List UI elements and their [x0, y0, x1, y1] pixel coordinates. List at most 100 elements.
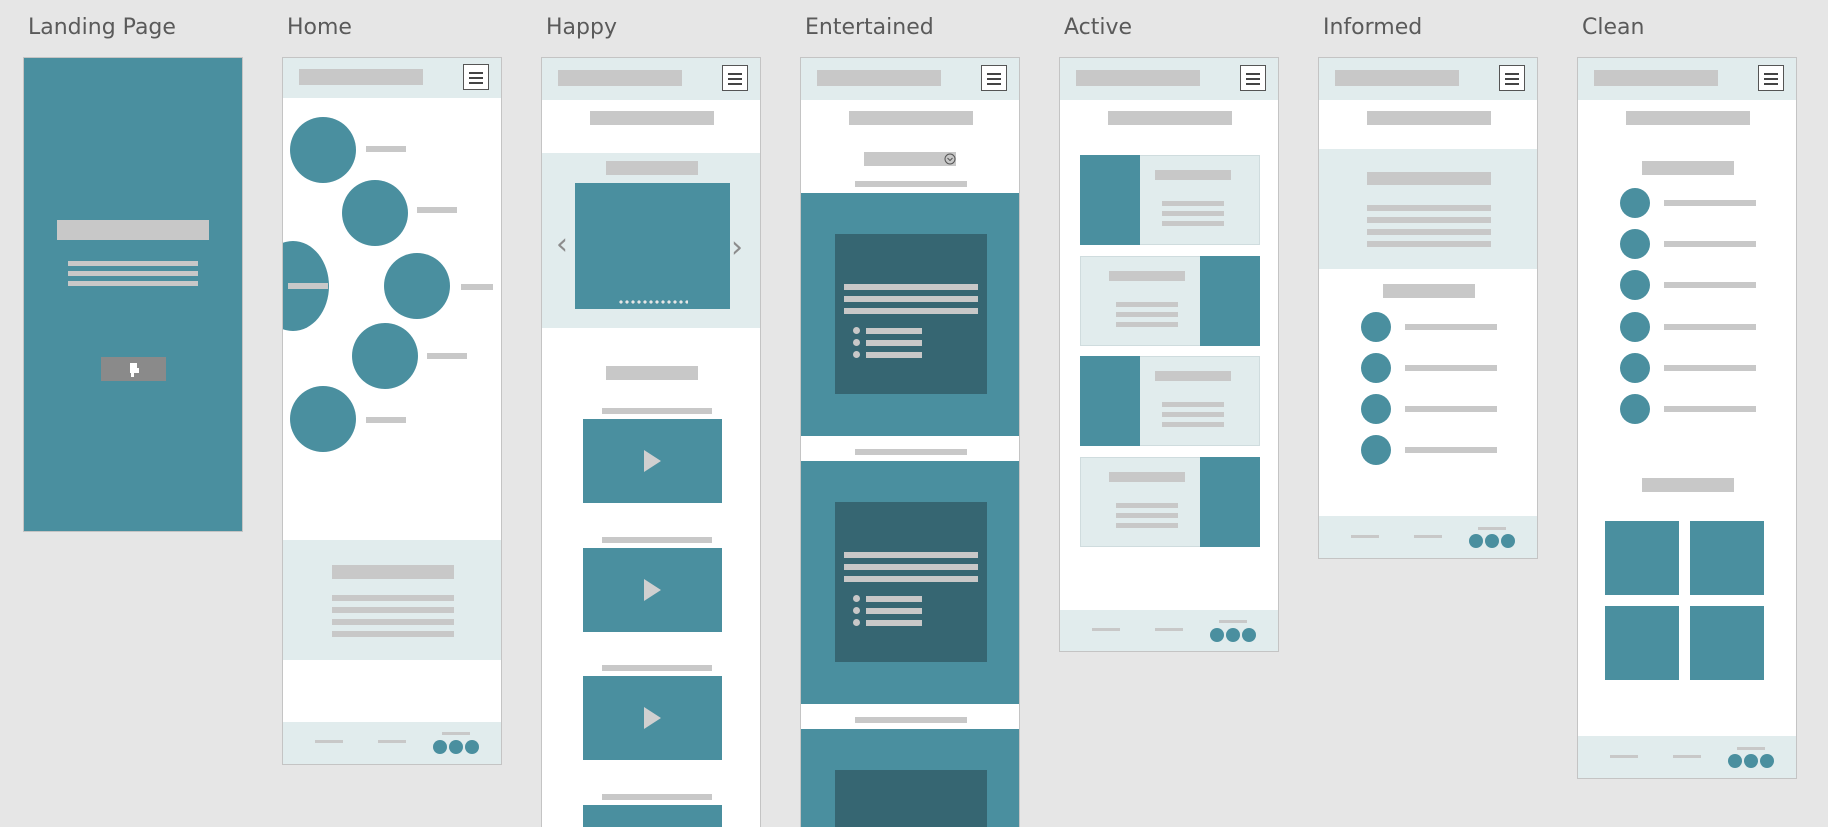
screen-title-home: Home: [287, 15, 352, 40]
clean-grid-tile[interactable]: [1690, 606, 1764, 680]
clean-grid-tile[interactable]: [1690, 521, 1764, 595]
footer-social-dot[interactable]: [433, 740, 447, 754]
chevron-left-icon[interactable]: ‹: [556, 230, 568, 260]
footer-social-dot[interactable]: [1485, 534, 1499, 548]
card-bullet-text: [866, 340, 922, 346]
happy-carousel-image[interactable]: [575, 183, 730, 309]
clean-list-line[interactable]: [1664, 282, 1756, 288]
footer-link[interactable]: [315, 740, 343, 743]
entertained-card[interactable]: [835, 502, 987, 662]
home-category-circle[interactable]: [352, 323, 418, 389]
home-category-circle[interactable]: [290, 117, 356, 183]
footer-social-dot[interactable]: [1501, 534, 1515, 548]
clean-list-line[interactable]: [1664, 406, 1756, 412]
home-info-line: [332, 631, 454, 637]
active-card-line: [1162, 211, 1224, 216]
home-info-line: [332, 607, 454, 613]
active-card-line: [1162, 201, 1224, 206]
home-category-circle[interactable]: [342, 180, 408, 246]
footer-link[interactable]: [1414, 535, 1442, 538]
card-text-line: [844, 564, 978, 570]
footer-link[interactable]: [1155, 628, 1183, 631]
informed-info-line: [1367, 241, 1491, 247]
footer-social-dot[interactable]: [1744, 754, 1758, 768]
play-icon[interactable]: [644, 707, 661, 729]
footer-link[interactable]: [378, 740, 406, 743]
active-card-line: [1116, 302, 1178, 307]
home-info-line: [332, 619, 454, 625]
video-thumbnail[interactable]: [583, 805, 722, 827]
footer-link[interactable]: [1092, 628, 1120, 631]
card-text-line: [844, 552, 978, 558]
footer-link[interactable]: [1673, 755, 1701, 758]
footer-social-dot[interactable]: [449, 740, 463, 754]
card-bullet: [853, 619, 860, 626]
footer-social-dot[interactable]: [1242, 628, 1256, 642]
informed-info-line: [1367, 205, 1491, 211]
footer-social-dot[interactable]: [1760, 754, 1774, 768]
video-label: [602, 408, 712, 414]
informed-list-icon: [1361, 353, 1391, 383]
screen-title-clean: Clean: [1582, 15, 1645, 40]
informed-list-icon: [1361, 435, 1391, 465]
home-info-line: [332, 595, 454, 601]
chevron-right-icon[interactable]: ›: [731, 233, 743, 263]
footer-link[interactable]: [1610, 755, 1638, 758]
carousel-pagination-dots[interactable]: [618, 300, 688, 304]
active-card-title: [1155, 371, 1231, 381]
footer-social-dot[interactable]: [1469, 534, 1483, 548]
clean-list-icon: [1620, 394, 1650, 424]
footer-social-dot[interactable]: [1210, 628, 1224, 642]
landing-enter-button[interactable]: [101, 357, 166, 381]
home-category-circle[interactable]: [290, 386, 356, 452]
informed-list-line[interactable]: [1405, 324, 1497, 330]
entertained-filter-dropdown[interactable]: [864, 152, 956, 166]
footer-link[interactable]: [442, 732, 470, 735]
clean-list-line[interactable]: [1664, 241, 1756, 247]
card-bullet: [853, 327, 860, 334]
entertained-frame: [800, 57, 1020, 827]
card-bullet: [853, 607, 860, 614]
chevron-down-icon[interactable]: [944, 153, 956, 165]
play-icon[interactable]: [644, 450, 661, 472]
card-bullet-text: [866, 352, 922, 358]
active-card-image: [1200, 256, 1260, 346]
clean-grid-tile[interactable]: [1605, 521, 1679, 595]
footer-social-dot[interactable]: [465, 740, 479, 754]
hamburger-icon[interactable]: [463, 64, 489, 90]
informed-list-line[interactable]: [1405, 365, 1497, 371]
active-card-line: [1162, 422, 1224, 427]
card-bullet-text: [866, 608, 922, 614]
hamburger-icon[interactable]: [981, 65, 1007, 91]
active-card-image: [1080, 155, 1140, 245]
entertained-card[interactable]: [835, 234, 987, 394]
clean-list-line[interactable]: [1664, 200, 1756, 206]
video-label: [602, 665, 712, 671]
footer-link[interactable]: [1219, 620, 1247, 623]
footer-link[interactable]: [1737, 747, 1765, 750]
hamburger-icon[interactable]: [722, 65, 748, 91]
home-category-label: [427, 353, 467, 359]
landing-title-placeholder: [57, 220, 209, 240]
clean-frame: [1577, 57, 1797, 779]
home-info-heading: [332, 565, 454, 579]
play-icon[interactable]: [644, 579, 661, 601]
hamburger-icon[interactable]: [1758, 65, 1784, 91]
clean-list-line[interactable]: [1664, 365, 1756, 371]
footer-social-dot[interactable]: [1728, 754, 1742, 768]
informed-list-line[interactable]: [1405, 406, 1497, 412]
footer-link[interactable]: [1351, 535, 1379, 538]
clean-list-line[interactable]: [1664, 324, 1756, 330]
home-frame: [282, 57, 502, 765]
hamburger-icon[interactable]: [1499, 65, 1525, 91]
informed-list-line[interactable]: [1405, 447, 1497, 453]
home-category-circle[interactable]: [384, 253, 450, 319]
hamburger-icon[interactable]: [1240, 65, 1266, 91]
informed-info-line: [1367, 229, 1491, 235]
active-card-line: [1116, 513, 1178, 518]
clean-grid-tile[interactable]: [1605, 606, 1679, 680]
footer-social-dot[interactable]: [1226, 628, 1240, 642]
entertained-card[interactable]: [835, 770, 987, 827]
screen-title-active: Active: [1064, 15, 1133, 40]
footer-link[interactable]: [1478, 527, 1506, 530]
